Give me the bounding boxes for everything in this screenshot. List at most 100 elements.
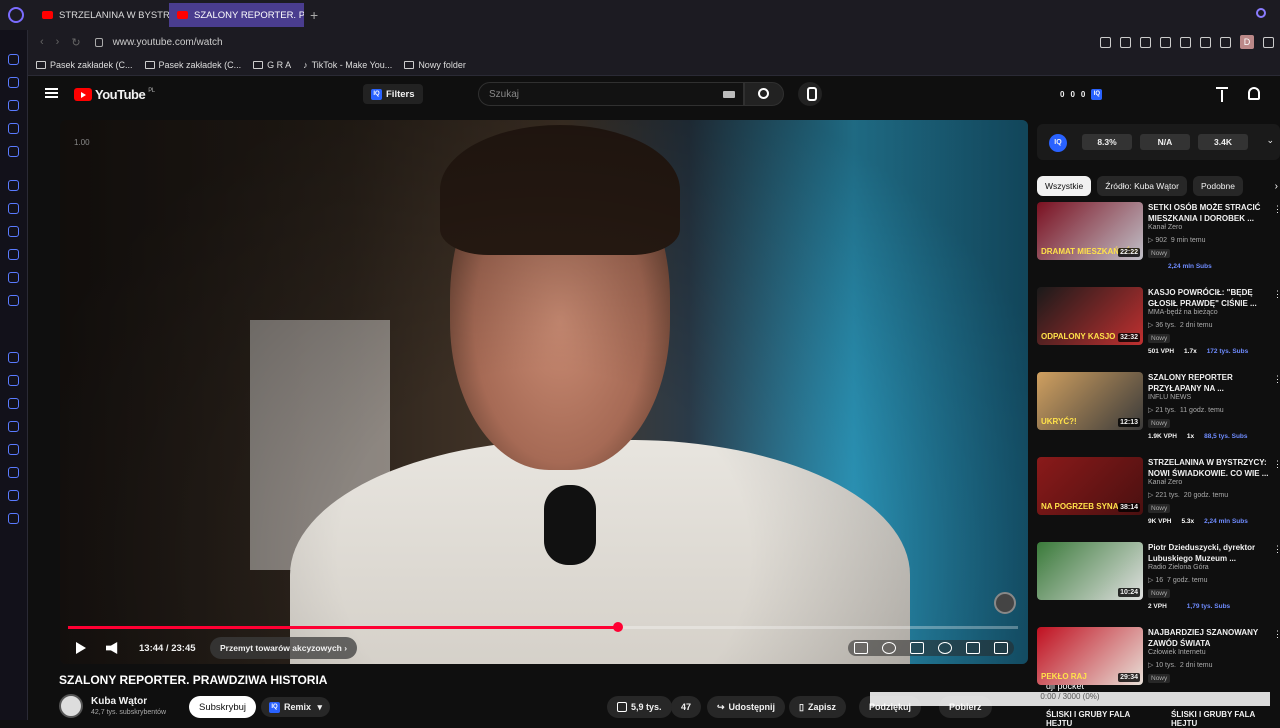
tab-strzelanina[interactable]: STRZELANINA W BYSTRZ — [34, 3, 169, 27]
settings-icon[interactable] — [8, 513, 19, 524]
filters-button[interactable]: IQ Filters — [363, 84, 423, 104]
comments-count[interactable]: 47 — [671, 696, 702, 718]
send-icon[interactable] — [1180, 36, 1191, 48]
notifications-icon[interactable] — [1248, 87, 1260, 100]
extensions-icon[interactable] — [8, 490, 19, 501]
lens-icon[interactable] — [994, 592, 1016, 614]
download-icon[interactable] — [1263, 36, 1274, 48]
recommendation-item[interactable]: 10:24 Piotr Dzieduszycki, dyrektor Lubusk… — [1037, 542, 1280, 622]
recommendation-item[interactable]: NA POGRZEB SYNA 38:14 STRZELANINA W BYSTRZ… — [1037, 457, 1280, 537]
subtitles-icon[interactable] — [910, 642, 924, 654]
messenger-icon[interactable] — [8, 203, 19, 214]
youtube-logo[interactable]: YouTube PL — [74, 87, 155, 102]
url-field[interactable]: www.youtube.com/watch — [113, 37, 223, 48]
bookmark-folder-1[interactable]: Pasek zakładek (C... — [36, 60, 133, 70]
play-icon[interactable] — [76, 642, 86, 654]
progress-bar[interactable] — [68, 622, 1018, 632]
shield-icon[interactable] — [1160, 36, 1171, 48]
new-tab-button[interactable]: + — [310, 7, 318, 23]
reload-icon[interactable]: ↻ — [71, 36, 80, 49]
upload-icon[interactable] — [1216, 87, 1228, 102]
like-button[interactable]: 5,9 tys. — [607, 696, 672, 718]
chevron-down-icon[interactable]: ⌄ — [1266, 135, 1274, 146]
more-icon[interactable]: ⋮ — [1273, 459, 1280, 470]
recommendation-item[interactable]: ODPALONY KASJO 32:32 KASJO POWRÓCIŁ: "BĘDĘ… — [1037, 287, 1280, 367]
video-player[interactable]: 1.00 13:44 / 23:45 Przemyt towarów akcyz… — [60, 120, 1028, 664]
menu-icon[interactable] — [45, 88, 58, 98]
download-icon[interactable] — [8, 467, 19, 478]
video-title[interactable]: NAJBARDZIEJ SZANOWANY ZAWÓD ŚWIATA — [1148, 627, 1274, 649]
channel-avatar[interactable] — [59, 694, 83, 718]
bookmark-icon[interactable] — [1140, 36, 1151, 48]
bookmark-tiktok[interactable]: ♪ TikTok - Make You... — [303, 60, 392, 70]
channel-name[interactable]: Kanał Zero — [1148, 479, 1182, 486]
recommendation-item[interactable]: PEKŁO RAJ 29:34 NAJBARDZIEJ SZANOWANY ZAWÓ… — [1037, 627, 1280, 707]
chevron-right-icon[interactable]: › — [1275, 181, 1278, 192]
twitch-icon[interactable] — [8, 180, 19, 191]
channel-name[interactable]: Radio Zielona Góra — [1148, 564, 1209, 571]
save-button[interactable]: ▯ Zapisz — [789, 696, 846, 718]
recommendation-item[interactable]: DRAMAT MIESZKAŃCÓW 22:22 SETKI OSÓB MOŻE S… — [1037, 202, 1280, 282]
bookmark-new-folder[interactable]: Nowy folder — [404, 60, 466, 70]
chip-source[interactable]: Źródło: Kuba Wątor — [1097, 176, 1187, 196]
heart-icon[interactable] — [8, 398, 19, 409]
heart-icon[interactable] — [1200, 36, 1211, 48]
profile-avatar[interactable]: D — [1240, 35, 1254, 49]
forward-icon[interactable]: › — [56, 36, 60, 48]
remix-button[interactable]: IQ Remix ▾ — [261, 697, 331, 717]
mail-icon[interactable] — [8, 54, 19, 65]
channel-name[interactable]: Kanał Zero — [1148, 224, 1182, 231]
more-icon[interactable]: ⋮ — [1273, 544, 1280, 555]
more-icon[interactable]: ⋮ — [1273, 204, 1280, 215]
recommendation-item[interactable]: UKRYĆ?! 12:13 SZALONY REPORTER PRZYŁAPANY … — [1037, 372, 1280, 452]
pin-icon[interactable] — [1120, 36, 1131, 48]
share-button[interactable]: ↪ Udostępnij — [707, 696, 786, 718]
video-title[interactable]: Piotr Dzieduszycki, dyrektor Lubuskiego … — [1148, 542, 1274, 564]
clock-icon[interactable] — [8, 444, 19, 455]
more-icon[interactable]: ⋮ — [1273, 289, 1280, 300]
instagram-icon[interactable] — [8, 249, 19, 260]
shop-icon[interactable] — [8, 77, 19, 88]
video-thumbnail[interactable]: 10:24 — [1037, 542, 1143, 600]
channel-name[interactable]: MMA-będź na bieżąco — [1148, 309, 1218, 316]
chat-icon[interactable] — [8, 352, 19, 363]
tab-szalony-reporter[interactable]: SZALONY REPORTER. PRA — [169, 3, 304, 27]
keyboard-icon[interactable] — [723, 91, 735, 98]
video-thumbnail[interactable]: ODPALONY KASJO 32:32 — [1037, 287, 1143, 345]
iq-icon[interactable]: IQ — [1091, 89, 1103, 100]
x-icon[interactable] — [8, 272, 19, 283]
video-title[interactable]: STRZELANINA W BYSTRZYCY: NOWI ŚWIADKOWIE… — [1148, 457, 1274, 479]
browser-logo-icon[interactable] — [8, 7, 24, 23]
video-title[interactable]: KASJO POWRÓCIŁ: "BĘDĘ GŁOSIŁ PRAWDĘ" CIŚ… — [1148, 287, 1274, 309]
channel-name[interactable]: INFLU NEWS — [1148, 394, 1191, 401]
autoplay-icon[interactable] — [882, 642, 896, 654]
discord-icon[interactable] — [8, 226, 19, 237]
video-title[interactable]: SZALONY REPORTER PRZYŁAPANY NA ... — [1148, 372, 1274, 394]
iq-icon[interactable]: IQ — [1049, 134, 1067, 152]
chip-similar[interactable]: Podobne — [1192, 176, 1243, 196]
bookmark-folder-gra[interactable]: G R A — [253, 60, 291, 70]
search-button[interactable] — [744, 82, 784, 106]
miniplayer-icon[interactable] — [966, 642, 980, 654]
video-thumbnail[interactable]: DRAMAT MIESZKAŃCÓW 22:22 — [1037, 202, 1143, 260]
zoom-icon[interactable] — [1100, 36, 1111, 48]
video-title[interactable]: SETKI OSÓB MOŻE STRACIĆ MIESZKANIA I DOR… — [1148, 202, 1274, 224]
back-icon[interactable]: ‹ — [40, 36, 44, 48]
progress-scrubber[interactable] — [613, 622, 624, 632]
wallet-icon[interactable] — [8, 123, 19, 134]
chapter-button[interactable]: Przemyt towarów akcyzowych › — [210, 637, 358, 659]
iq-overlay-icon[interactable] — [854, 642, 868, 654]
bookmark-folder-2[interactable]: Pasek zakładek (C... — [144, 60, 241, 70]
telegram-icon[interactable] — [8, 295, 19, 306]
search-input[interactable]: Szukaj — [478, 82, 744, 106]
volume-icon[interactable] — [106, 642, 118, 654]
search-icon[interactable] — [1256, 8, 1266, 18]
channel-name[interactable]: Człowiek Internetu — [1148, 649, 1206, 656]
extensions-icon[interactable] — [1220, 36, 1231, 48]
mail-service-icon[interactable] — [8, 146, 19, 157]
video-thumbnail[interactable]: NA POGRZEB SYNA 38:14 — [1037, 457, 1143, 515]
video-thumbnail[interactable]: PEKŁO RAJ 29:34 — [1037, 627, 1143, 685]
list-icon[interactable] — [8, 421, 19, 432]
video-thumbnail[interactable]: UKRYĆ?! 12:13 — [1037, 372, 1143, 430]
play-icon[interactable] — [8, 375, 19, 386]
